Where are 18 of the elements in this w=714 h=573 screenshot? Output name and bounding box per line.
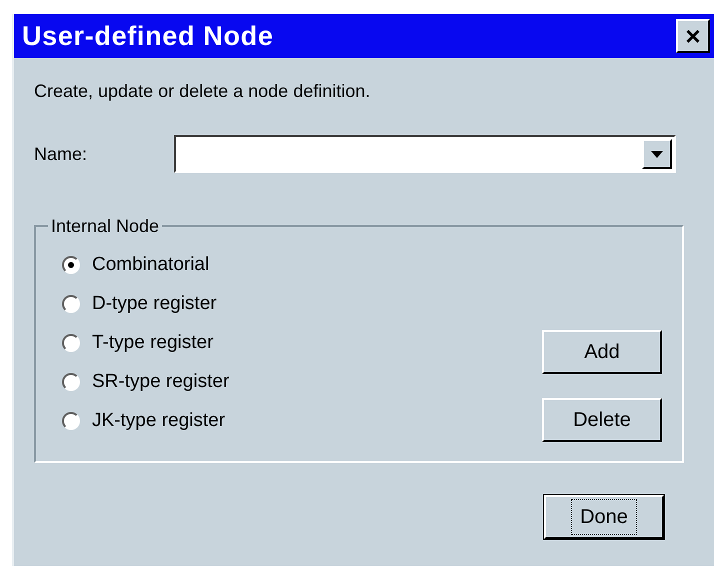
dialog-button[interactable]: Add bbox=[542, 330, 662, 374]
radio-label: SR-type register bbox=[92, 370, 230, 394]
radio-label: D-type register bbox=[92, 292, 217, 316]
radio-button[interactable] bbox=[62, 256, 80, 274]
radio-button[interactable] bbox=[62, 295, 80, 313]
radio-label: Combinatorial bbox=[92, 253, 210, 277]
done-button[interactable]: Done bbox=[544, 495, 664, 539]
radio-label: JK-type register bbox=[92, 409, 226, 433]
name-label: Name: bbox=[34, 142, 88, 166]
radio-button[interactable] bbox=[62, 373, 80, 391]
description-text: Create, update or delete a node definition. bbox=[34, 80, 372, 103]
dialog-button[interactable]: Delete bbox=[542, 398, 662, 442]
window-title: User-defined Node bbox=[22, 20, 274, 53]
radio-label: T-type register bbox=[92, 331, 214, 355]
name-dropdown[interactable] bbox=[174, 135, 676, 173]
radio-button[interactable] bbox=[62, 334, 80, 352]
radio-button[interactable] bbox=[62, 412, 80, 430]
close-button[interactable]: × bbox=[676, 19, 710, 53]
